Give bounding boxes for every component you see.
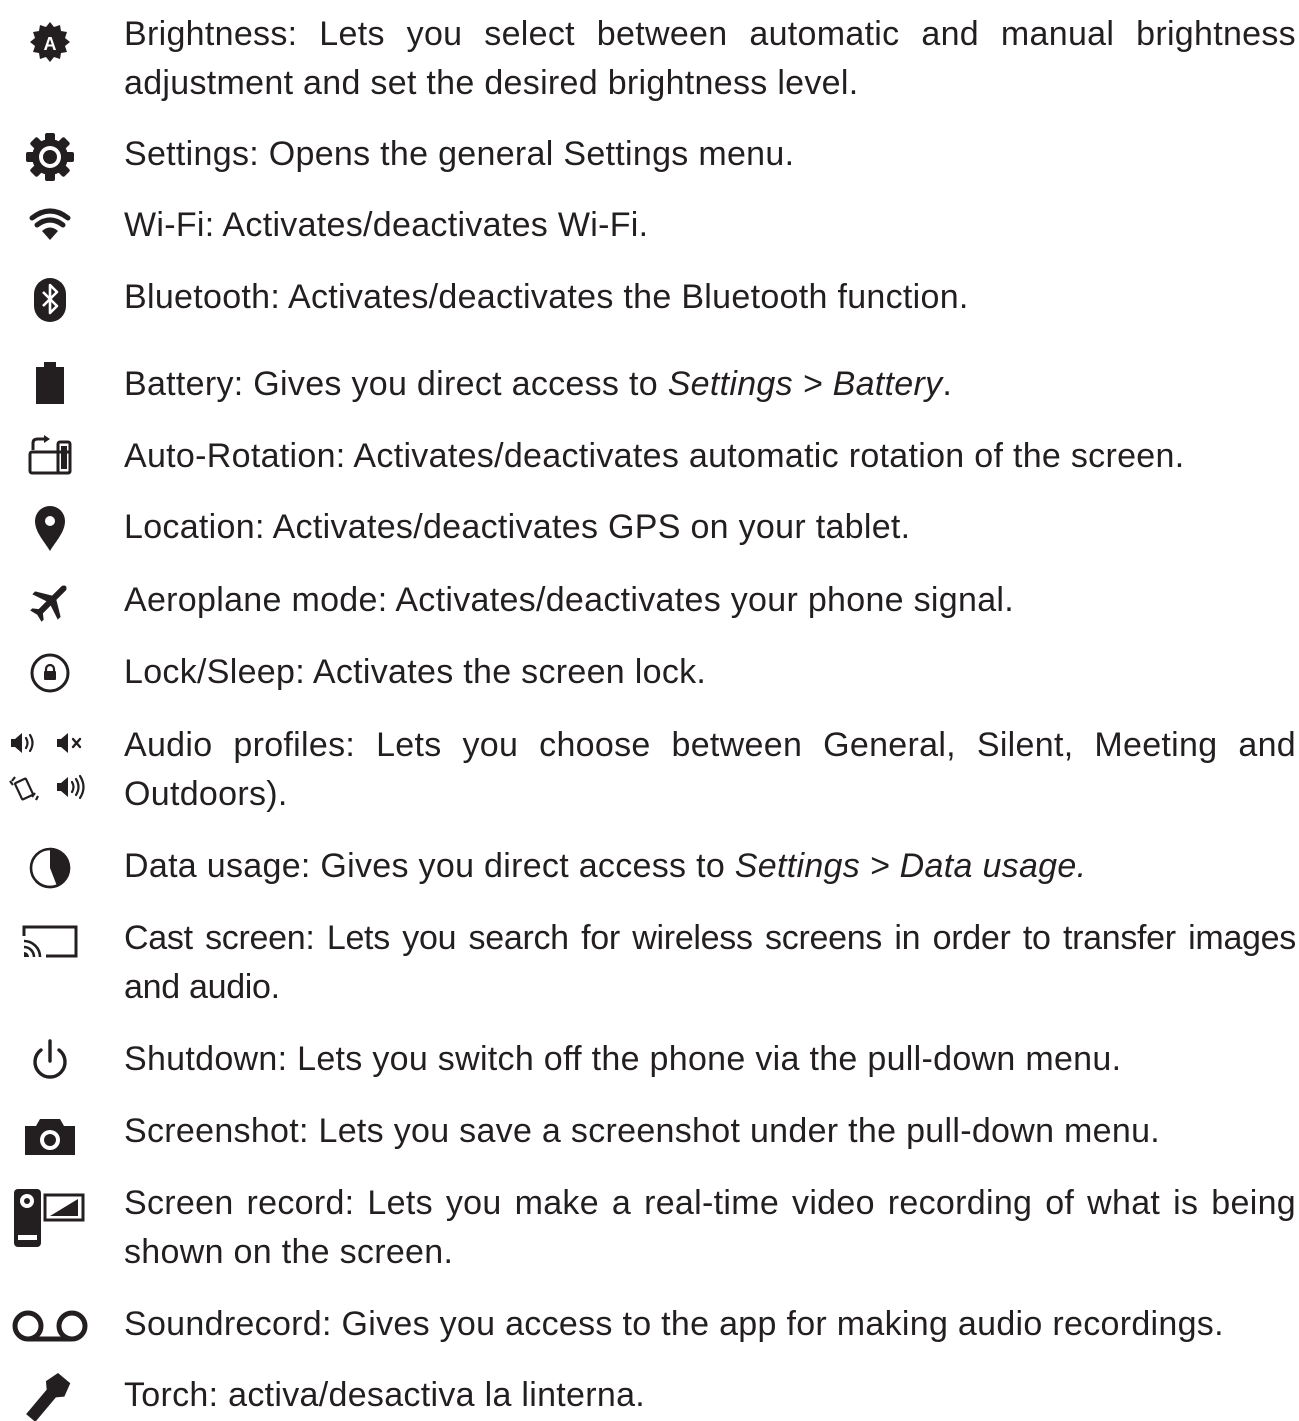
item-label: Screenshot: bbox=[124, 1112, 309, 1150]
lock-icon bbox=[0, 648, 100, 698]
item-label: Bluetooth: bbox=[124, 278, 281, 316]
item-label: Location: bbox=[124, 508, 265, 546]
screen-record-icon bbox=[0, 1179, 100, 1249]
punctuation: . bbox=[942, 365, 953, 403]
item-description: Lets you choose between bbox=[355, 726, 824, 764]
battery-icon bbox=[0, 360, 100, 410]
item-label: Data usage: bbox=[124, 847, 311, 885]
item-description: Gives you direct access to bbox=[243, 365, 668, 403]
item-description: Activates/deactivates your phone signal. bbox=[387, 581, 1015, 619]
item-label: Screen record: bbox=[124, 1184, 355, 1222]
menu-path: Settings > Data usage. bbox=[734, 847, 1087, 885]
item-label: Cast screen: bbox=[124, 919, 315, 957]
item-description: Gives you direct access to bbox=[310, 847, 735, 885]
item-description: Activates/deactivates GPS on your tablet… bbox=[264, 508, 911, 546]
svg-text:A: A bbox=[44, 34, 57, 54]
item-description: Lets you save a screenshot under the pul… bbox=[308, 1112, 1161, 1150]
cast-screen-icon bbox=[0, 914, 100, 964]
audio-profiles-icon bbox=[0, 721, 100, 821]
item-label: Auto-Rotation: bbox=[124, 437, 346, 475]
profile-name-outdoors: Outdoors bbox=[124, 775, 267, 813]
punctuation: ). bbox=[266, 775, 288, 813]
item-label: Aeroplane mode: bbox=[124, 581, 388, 619]
profile-names: General, Silent, Meeting bbox=[823, 726, 1218, 764]
item-description: Opens the general Settings menu. bbox=[259, 135, 795, 173]
item-label: Wi-Fi: bbox=[124, 206, 215, 244]
item-description: Activates/deactivates the Bluetooth func… bbox=[280, 278, 969, 316]
conjunction: and bbox=[1217, 726, 1297, 764]
item-label: Lock/Sleep: bbox=[124, 653, 305, 691]
data-usage-icon bbox=[0, 842, 100, 892]
menu-path: Settings > Battery bbox=[667, 365, 943, 403]
item-label: Battery: bbox=[124, 365, 244, 403]
item-description: Activates/deactivates automatic rotation… bbox=[345, 437, 1185, 475]
brightness-icon: A bbox=[0, 10, 100, 62]
bluetooth-icon bbox=[0, 273, 100, 323]
aeroplane-icon bbox=[0, 576, 100, 626]
power-icon bbox=[0, 1035, 100, 1085]
item-description: Gives you access to the app for making a… bbox=[331, 1305, 1224, 1343]
item-label: Shutdown bbox=[124, 1040, 278, 1078]
item-description: : Lets you switch off the phone via the … bbox=[277, 1040, 1122, 1078]
item-label: Torch: bbox=[124, 1376, 219, 1414]
location-icon bbox=[0, 503, 100, 553]
wifi-icon bbox=[0, 201, 100, 251]
voicemail-icon bbox=[0, 1300, 100, 1350]
item-label: Soundrecord: bbox=[124, 1305, 332, 1343]
item-description: Activates the screen lock. bbox=[304, 653, 707, 691]
auto-rotation-icon bbox=[0, 432, 100, 482]
item-description: Lets you select between automatic and ma… bbox=[124, 15, 1296, 102]
item-label: Brightness: bbox=[124, 15, 298, 53]
item-description: activa/desactiva la linterna. bbox=[218, 1376, 646, 1414]
item-description: Activates/deactivates Wi-Fi. bbox=[214, 206, 649, 244]
gear-icon bbox=[0, 130, 100, 181]
item-label: Audio profiles: bbox=[124, 726, 356, 764]
item-label: Settings: bbox=[124, 135, 259, 173]
camera-icon bbox=[0, 1107, 100, 1157]
